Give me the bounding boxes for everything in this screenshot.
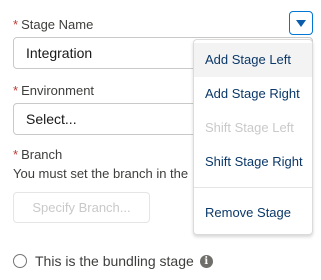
branch-help-text: You must set the branch in the xyxy=(13,166,189,181)
info-icon[interactable]: i xyxy=(199,254,213,268)
bundling-stage-option[interactable]: This is the bundling stage i xyxy=(13,252,213,270)
branch-label: * Branch xyxy=(13,147,63,162)
required-marker: * xyxy=(13,83,19,98)
stage-actions-menu: Add Stage Left Add Stage Right Shift Sta… xyxy=(193,39,313,235)
menu-item-remove-stage[interactable]: Remove Stage xyxy=(194,196,312,230)
menu-item-shift-stage-right[interactable]: Shift Stage Right xyxy=(194,145,312,179)
menu-item-add-stage-right[interactable]: Add Stage Right xyxy=(194,77,312,111)
required-marker: * xyxy=(13,17,19,32)
stage-name-label: * Stage Name xyxy=(13,17,94,32)
required-marker: * xyxy=(13,147,19,162)
bundling-stage-label: This is the bundling stage xyxy=(35,253,194,269)
bundling-stage-radio[interactable] xyxy=(13,254,27,268)
menu-item-add-stage-left[interactable]: Add Stage Left xyxy=(194,43,312,77)
menu-divider xyxy=(194,187,312,188)
menu-item-shift-stage-left: Shift Stage Left xyxy=(205,120,294,135)
specify-branch-button[interactable]: Specify Branch... xyxy=(13,192,150,223)
chevron-down-icon xyxy=(296,20,306,27)
stage-menu-button[interactable] xyxy=(289,11,313,35)
environment-label: * Environment xyxy=(13,83,95,98)
